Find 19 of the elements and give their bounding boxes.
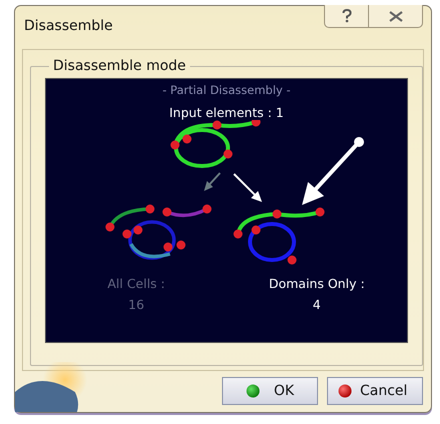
ball-icon (246, 384, 260, 398)
faded-arrow (204, 172, 221, 191)
cancel-button[interactable]: Cancel (327, 377, 423, 405)
ball-icon (338, 384, 352, 398)
option-count: 16 (128, 297, 144, 312)
option-label: All Cells : (107, 276, 166, 291)
mode-option[interactable]: Domains Only : 4 (226, 276, 407, 312)
panel-heading: - Partial Disassembly - (162, 83, 291, 97)
pointer-arrow (302, 137, 364, 205)
ok-button[interactable]: OK (222, 377, 318, 405)
window-title: Disassemble (24, 18, 113, 34)
input-count: Input elements : 1 (169, 105, 284, 120)
option-count: 4 (312, 297, 321, 312)
group-label: Disassemble mode (52, 58, 187, 74)
close-icon[interactable] (388, 10, 402, 22)
help-icon[interactable] (342, 9, 352, 23)
small-arrow (233, 173, 262, 202)
mode-option[interactable]: All Cells : 16 (46, 276, 226, 312)
option-label: Domains Only : (268, 276, 365, 291)
